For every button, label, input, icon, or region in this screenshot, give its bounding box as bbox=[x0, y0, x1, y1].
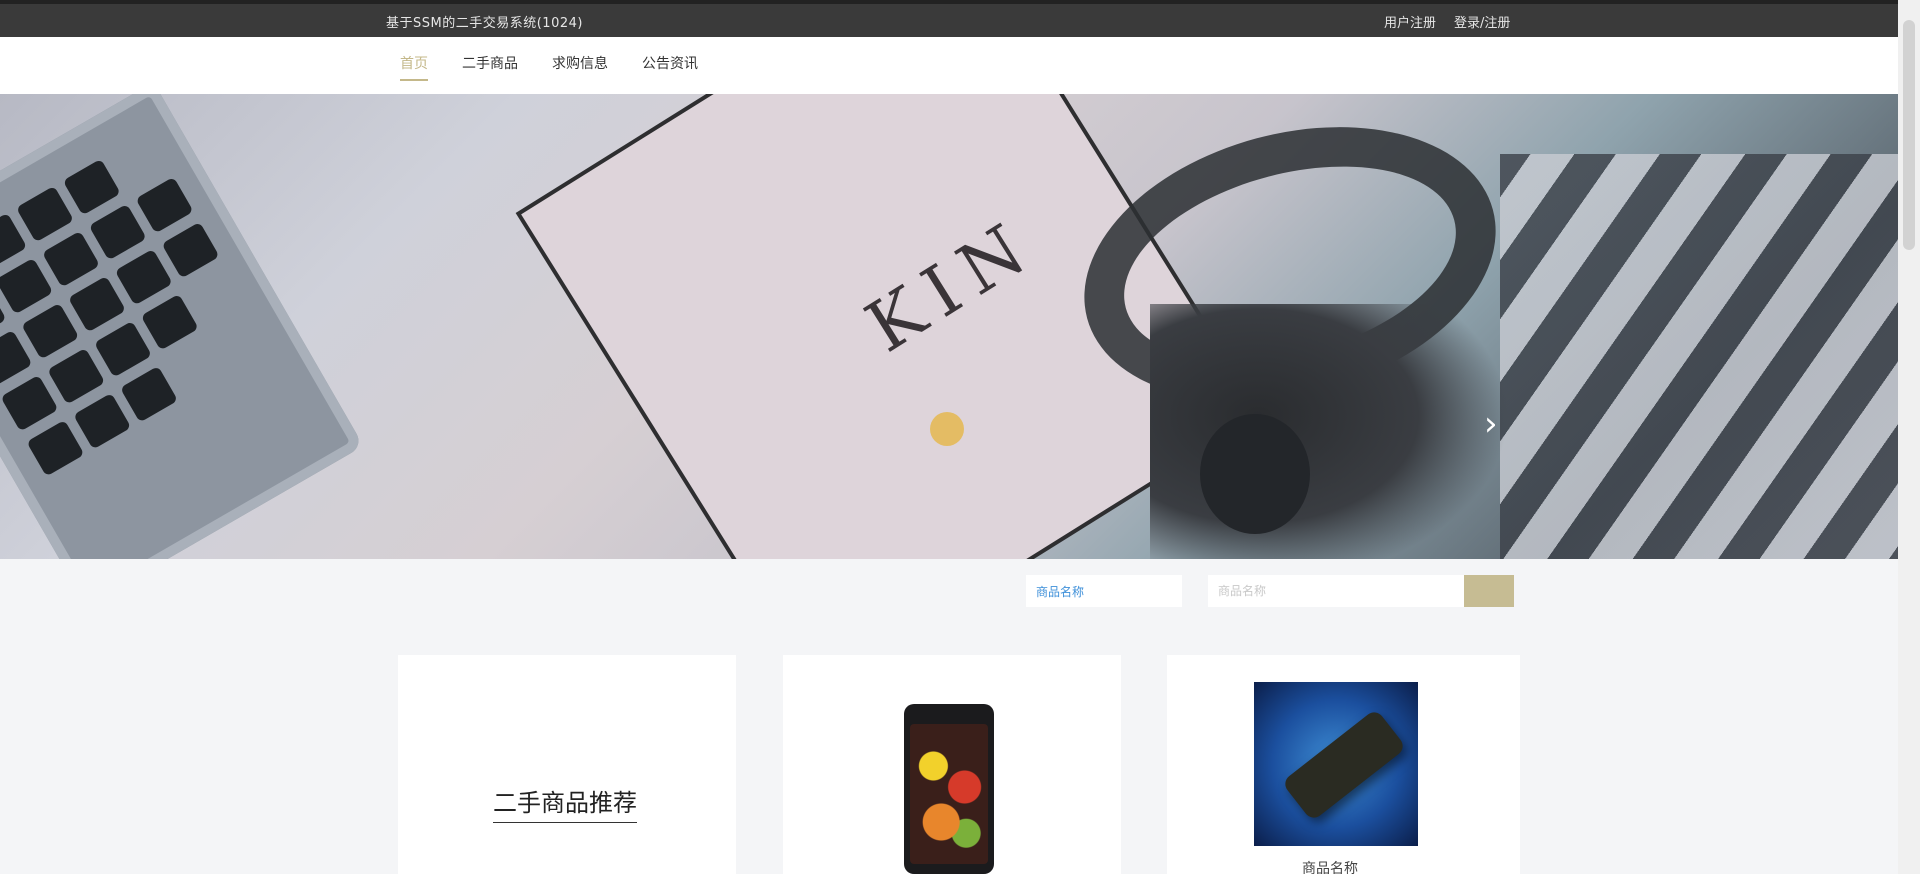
scrollbar-thumb[interactable] bbox=[1903, 20, 1915, 250]
search-bar: 商品名称 bbox=[1000, 575, 1515, 607]
nav-item-announcements[interactable]: 公告资讯 bbox=[642, 53, 698, 81]
banner-face-image bbox=[1200, 414, 1310, 534]
remote-control bbox=[1281, 708, 1407, 822]
product-name[interactable]: 商品名称 bbox=[1302, 858, 1358, 874]
search-input[interactable] bbox=[1208, 575, 1464, 607]
main-nav: 首页 二手商品 求购信息 公告资讯 bbox=[0, 37, 1898, 94]
top-links: 用户注册 登录/注册 bbox=[1384, 12, 1510, 31]
chevron-right-icon[interactable]: › bbox=[1484, 404, 1498, 444]
banner-stripes-image bbox=[1500, 154, 1898, 559]
search-type-select[interactable]: 商品名称 bbox=[1026, 575, 1182, 607]
login-link[interactable]: 登录/注册 bbox=[1454, 12, 1510, 31]
section-title-card bbox=[398, 655, 736, 874]
banner-keyboard-image bbox=[0, 94, 364, 559]
section-title: 二手商品推荐 bbox=[493, 783, 637, 823]
phone-screen bbox=[910, 724, 988, 864]
product-image-phone[interactable] bbox=[904, 704, 994, 874]
nav-item-second-hand-goods[interactable]: 二手商品 bbox=[462, 53, 518, 81]
top-bar: 基于SSM的二手交易系统(1024) 用户注册 登录/注册 bbox=[0, 0, 1920, 37]
mouse-cursor-highlight bbox=[930, 412, 964, 446]
page-scrollbar[interactable] bbox=[1898, 0, 1920, 874]
banner-person-image bbox=[1150, 304, 1510, 559]
register-link[interactable]: 用户注册 bbox=[1384, 12, 1436, 31]
nav-item-home[interactable]: 首页 bbox=[400, 53, 428, 81]
site-title: 基于SSM的二手交易系统(1024) bbox=[386, 16, 583, 31]
banner-carousel[interactable]: KIN › bbox=[0, 94, 1898, 559]
nav-item-wanted[interactable]: 求购信息 bbox=[552, 53, 608, 81]
product-image-remote[interactable] bbox=[1254, 682, 1418, 846]
search-button[interactable] bbox=[1464, 575, 1514, 607]
